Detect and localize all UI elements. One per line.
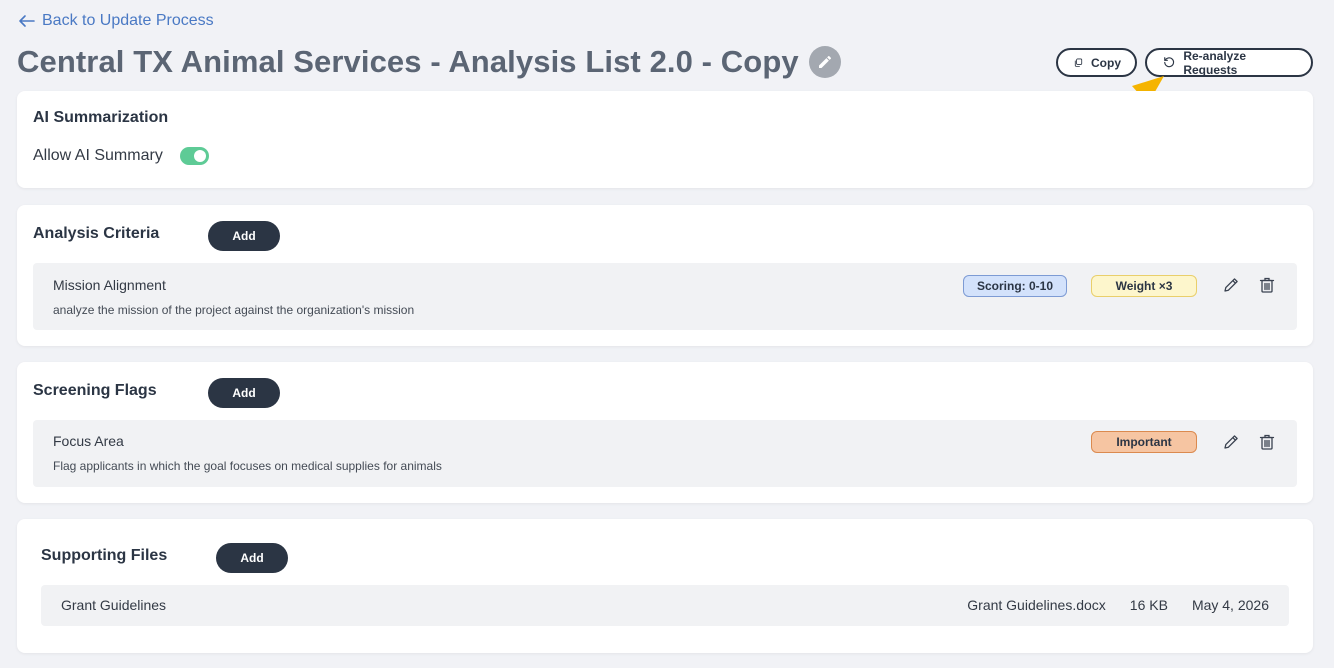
back-link-label: Back to Update Process — [42, 12, 214, 29]
reanalyze-requests-button[interactable]: Re-analyze Requests — [1145, 48, 1313, 77]
flag-item: Focus Area Flag applicants in which the … — [33, 420, 1297, 487]
file-row[interactable]: Grant Guidelines Grant Guidelines.docx 1… — [41, 585, 1289, 626]
supporting-files-card: Supporting Files Add Grant Guidelines Gr… — [17, 519, 1313, 653]
refresh-icon — [1164, 57, 1175, 68]
add-criteria-button[interactable]: Add — [208, 221, 280, 251]
file-title: Grant Guidelines — [61, 597, 167, 613]
file-size: 16 KB — [1129, 597, 1168, 613]
edit-title-button[interactable] — [808, 46, 841, 78]
analysis-criteria-title: Analysis Criteria — [33, 225, 160, 242]
allow-ai-summary-toggle[interactable] — [179, 147, 209, 165]
ai-summarization-title: AI Summarization — [33, 109, 169, 126]
file-meta: Grant Guidelines.docx 16 KB May 4, 2026 — [967, 597, 1269, 613]
edit-flag-button[interactable] — [1221, 432, 1241, 452]
top-actions: Copy Re-analyze Requests — [1056, 48, 1313, 77]
weight-badge: Weight ×3 — [1091, 275, 1197, 297]
add-file-button[interactable]: Add — [216, 543, 288, 573]
back-link[interactable]: Back to Update Process — [18, 12, 214, 30]
screening-flags-title: Screening Flags — [33, 382, 157, 399]
screening-flags-card: Screening Flags Add Focus Area Flag appl… — [17, 362, 1313, 503]
copy-icon — [1074, 58, 1083, 67]
file-date: May 4, 2026 — [1191, 597, 1269, 613]
copy-button[interactable]: Copy — [1056, 48, 1137, 77]
trash-icon — [1259, 434, 1275, 450]
allow-ai-summary-row: Allow AI Summary — [33, 147, 209, 165]
criteria-item: Mission Alignment analyze the mission of… — [33, 263, 1297, 330]
supporting-files-title: Supporting Files — [41, 547, 168, 564]
pencil-icon — [1224, 435, 1238, 449]
trash-icon — [1259, 277, 1275, 293]
ai-summarization-card: AI Summarization Allow AI Summary — [17, 91, 1313, 188]
pencil-icon — [818, 55, 831, 68]
copy-button-label: Copy — [1091, 55, 1121, 70]
priority-badge: Important — [1091, 431, 1197, 453]
allow-ai-summary-label: Allow AI Summary — [33, 147, 163, 164]
criteria-item-name: Mission Alignment — [53, 277, 166, 293]
delete-criteria-button[interactable] — [1257, 275, 1277, 295]
delete-flag-button[interactable] — [1257, 432, 1277, 452]
criteria-item-description: analyze the mission of the project again… — [53, 303, 415, 317]
add-flag-button[interactable]: Add — [208, 378, 280, 408]
analysis-criteria-card: Analysis Criteria Add Mission Alignment … — [17, 205, 1313, 346]
file-filename: Grant Guidelines.docx — [967, 597, 1106, 613]
pencil-icon — [1224, 278, 1238, 292]
flag-item-name: Focus Area — [53, 433, 124, 449]
arrow-left-icon — [19, 15, 35, 27]
scoring-badge: Scoring: 0-10 — [963, 275, 1067, 297]
reanalyze-button-label: Re-analyze Requests — [1183, 48, 1247, 77]
page-title: Central TX Animal Services - Analysis Li… — [17, 44, 799, 79]
title-row: Central TX Animal Services - Analysis Li… — [17, 44, 841, 80]
flag-item-description: Flag applicants in which the goal focuse… — [53, 459, 442, 473]
edit-criteria-button[interactable] — [1221, 275, 1241, 295]
